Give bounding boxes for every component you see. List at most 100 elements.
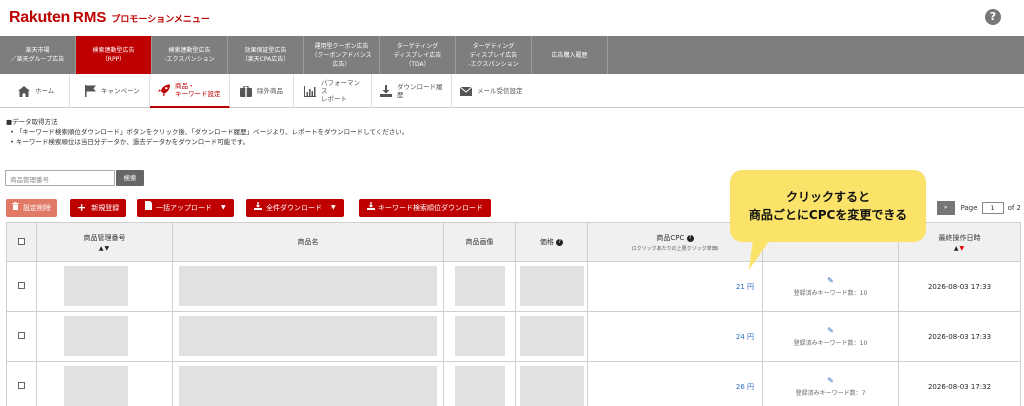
top-tabs: 楽天市場 ／楽天グループ広告 検索連動型広告 （RPP） 検索連動型広告 -エク…: [0, 36, 1024, 74]
keyword-count: 登録済みキーワード数：7: [795, 390, 866, 397]
price-cell: [515, 261, 588, 312]
last-operation-date: 2026-08-03 17:33: [927, 332, 992, 341]
cpc-cell[interactable]: 26 円: [587, 361, 763, 406]
data-acquisition-notes: ■データ取得方法 • 「キーワード検索順位ダウンロード」ボタンをクリック後、「ダ…: [6, 117, 408, 147]
logo-subtitle: プロモーションメニュー: [111, 15, 210, 25]
tab-rpp[interactable]: 検索連動型広告 （RPP）: [76, 36, 152, 74]
tab-tda-expansion[interactable]: ターゲティング ディスプレイ広告 -エクスパンション: [456, 36, 532, 74]
sub-item-home[interactable]: ホーム: [0, 74, 70, 108]
header-price: 価格 ?: [515, 222, 588, 262]
page-number-input[interactable]: 1: [981, 202, 1004, 214]
price-cell: [515, 311, 588, 362]
product-name-cell: [172, 361, 444, 406]
page-total: of 2: [1007, 204, 1021, 212]
row-checkbox[interactable]: [18, 382, 25, 389]
sub-item-excluded[interactable]: 除外商品: [230, 74, 294, 108]
rakuten-rms-logo[interactable]: Rakuten RMS プロモーションメニュー: [9, 9, 210, 27]
row-select-cell: [6, 261, 37, 312]
tab-coupon-advance[interactable]: 運用型クーポン広告 （クーポンアドバンス 広告）: [304, 36, 380, 74]
redacted-block: [64, 315, 128, 356]
header-product-name: 商品名: [172, 222, 444, 262]
header-label: 商品CPC: [656, 233, 685, 242]
product-table: 商品管理番号 ▲▼ 商品名 商品画像 価格 ? 商品CPC ? (1クリックあた…: [6, 222, 1021, 406]
help-icon[interactable]: ?: [985, 9, 1001, 25]
sort-icon[interactable]: ▲▼: [899, 245, 1020, 252]
tab-purchase-history[interactable]: 広告購入履歴: [532, 36, 608, 74]
plus-icon: +: [77, 201, 87, 214]
help-icon[interactable]: ?: [556, 239, 564, 246]
last-operation-cell: 2026-08-03 17:33: [898, 261, 1021, 312]
sub-item-label: ホーム: [35, 87, 55, 95]
row-checkbox[interactable]: [18, 332, 25, 339]
product-name-cell: [172, 261, 444, 312]
last-operation-cell: 2026-08-03 17:33: [898, 311, 1021, 362]
redacted-block: [519, 315, 584, 356]
next-page-button[interactable]: »: [936, 201, 955, 215]
delete-setting-button[interactable]: 設定削除: [6, 199, 57, 217]
new-register-button[interactable]: + 新規登録: [70, 199, 127, 217]
sub-item-label: 商品・ キーワード設定: [175, 82, 221, 98]
cpc-value[interactable]: 26 円: [736, 383, 754, 391]
chevron-down-icon: ▼: [221, 204, 226, 211]
cpc-value[interactable]: 21 円: [736, 283, 754, 291]
sub-item-download-history[interactable]: ダウンロード履歴: [372, 74, 452, 108]
sub-item-label: 除外商品: [257, 87, 283, 95]
keyword-count: 登録済みキーワード数：10: [793, 340, 868, 347]
download-icon: [380, 85, 392, 97]
cpc-cell[interactable]: 21 円: [587, 261, 763, 312]
help-icon[interactable]: ?: [686, 234, 694, 242]
download-icon: [254, 199, 262, 217]
edit-icon[interactable]: ✎: [763, 326, 898, 335]
header-product-image: 商品画像: [443, 222, 516, 262]
keyword-cell: ✎ 登録済みキーワード数：10: [762, 261, 899, 312]
tab-tda[interactable]: ターゲティング ディスプレイ広告 （TDA）: [380, 36, 456, 74]
sub-item-label: パフォーマンス レポート: [321, 79, 360, 103]
keyword-rank-download-button[interactable]: キーワード検索順位ダウンロード: [359, 199, 491, 217]
product-code-search-input[interactable]: 商品管理番号: [5, 170, 115, 186]
header-product-code[interactable]: 商品管理番号 ▲▼: [36, 222, 173, 262]
cpc-note: (1クリックあたりの上限クリック単価): [631, 245, 719, 252]
all-download-button[interactable]: 全件ダウンロード ▼: [246, 199, 344, 217]
tab-cpa[interactable]: 効果保証型広告 （楽天CPA広告）: [228, 36, 304, 74]
flag-icon: [84, 85, 96, 97]
edit-icon[interactable]: ✎: [763, 276, 898, 285]
sub-item-label: メール受信設定: [477, 87, 523, 95]
tab-rakuten-group-ads[interactable]: 楽天市場 ／楽天グループ広告: [0, 36, 76, 74]
cpc-value[interactable]: 24 円: [736, 333, 754, 341]
trash-icon: [12, 199, 19, 217]
bulk-upload-button[interactable]: 一括アップロード ▼: [137, 199, 234, 217]
app-header: Rakuten RMS プロモーションメニュー ?: [0, 0, 1024, 36]
product-code-cell: [36, 361, 173, 406]
product-name-cell: [172, 311, 444, 362]
keyword-count: 登録済みキーワード数：10: [793, 290, 868, 297]
edit-icon[interactable]: ✎: [763, 376, 898, 385]
redacted-block: [179, 365, 437, 406]
cpc-cell[interactable]: 24 円: [587, 311, 763, 362]
pagination: » Page 1 of 2: [936, 201, 1021, 215]
row-checkbox[interactable]: [18, 282, 25, 289]
keyword-rank-download-label: キーワード検索順位ダウンロード: [378, 204, 483, 212]
sub-item-campaign[interactable]: キャンペーン: [70, 74, 150, 108]
select-all-checkbox[interactable]: [18, 237, 25, 245]
sub-item-mail-settings[interactable]: メール受信設定: [452, 74, 536, 108]
sort-icon[interactable]: ▲▼: [37, 245, 172, 252]
sub-nav: ホーム キャンペーン 商品・ キーワード設定 除外商品 パフォーマンス レポート…: [0, 74, 1024, 108]
row-select-cell: [6, 361, 37, 406]
notes-heading: ■データ取得方法: [6, 118, 58, 126]
file-icon: [145, 199, 152, 217]
tab-rpp-expansion[interactable]: 検索連動型広告 -エクスパンション: [152, 36, 228, 74]
sub-item-label: ダウンロード履歴: [397, 83, 443, 99]
product-code-cell: [36, 311, 173, 362]
search-button[interactable]: 検索: [116, 170, 144, 186]
note-item: • キーワード検索順位は当日分データか、過去データかをダウンロード可能です。: [10, 138, 250, 146]
product-image-cell: [443, 361, 516, 406]
sub-item-performance-report[interactable]: パフォーマンス レポート: [294, 74, 372, 108]
note-text: 「キーワード検索順位ダウンロード」ボタンをクリック後、「ダウンロード履歴」ページ…: [15, 128, 409, 136]
redacted-block: [519, 365, 584, 406]
download-icon: [367, 199, 375, 217]
select-all-cell: [6, 222, 37, 262]
bulk-upload-label: 一括アップロード: [156, 204, 212, 212]
rocket-icon: [158, 84, 170, 96]
sub-item-product-keyword[interactable]: 商品・ キーワード設定: [150, 74, 230, 108]
redacted-block: [179, 265, 437, 306]
